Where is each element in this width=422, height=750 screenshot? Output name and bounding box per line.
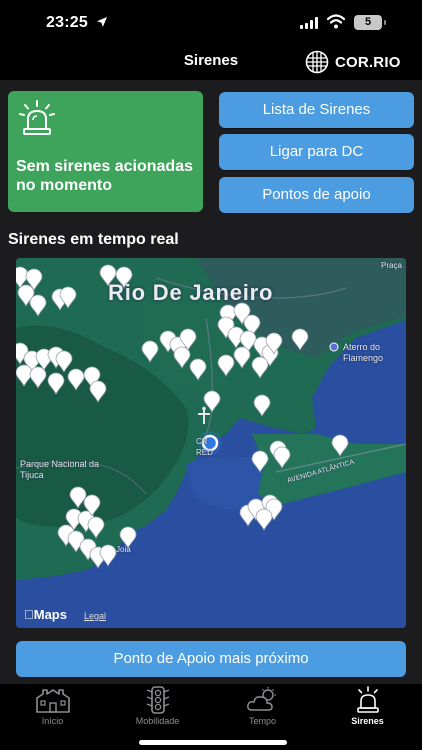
status-bar: 23:25 5 bbox=[0, 0, 422, 46]
section-title: Sirenes em tempo real bbox=[8, 231, 179, 248]
siren-status-text: Sem sirenes acionadas no momento bbox=[16, 158, 193, 194]
siren-icon bbox=[19, 100, 55, 135]
siren-status-card: Sem sirenes acionadas no momento bbox=[8, 91, 203, 212]
nav-header: Sirenes COR.RIO bbox=[0, 46, 422, 78]
main-content: Sem sirenes acionadas no momento Lista d… bbox=[0, 80, 422, 684]
apple-maps-attribution: Maps bbox=[24, 607, 67, 622]
tab-label-sirenes: Sirenes bbox=[351, 716, 384, 726]
battery-icon: 5 bbox=[354, 15, 382, 30]
wifi-icon bbox=[327, 14, 345, 29]
globe-grid-icon bbox=[305, 50, 329, 74]
tab-label-inicio: Início bbox=[41, 716, 64, 726]
map-legal-link[interactable]: Legal bbox=[84, 611, 106, 621]
call-dc-button[interactable]: Ligar para DC bbox=[219, 134, 414, 170]
battery-tip bbox=[384, 20, 386, 25]
map-city-label: Rio De Janeiro bbox=[108, 280, 274, 305]
support-points-button[interactable]: Pontos de apoio bbox=[219, 177, 414, 213]
tab-label-mobilidade: Mobilidade bbox=[135, 716, 180, 726]
tab-mobilidade[interactable]: Mobilidade bbox=[105, 684, 210, 726]
map-label-cristo: CR RED bbox=[196, 437, 213, 457]
sirens-map[interactable]: Rio De Janeiro Aterro do Flamengo Parque… bbox=[16, 258, 406, 628]
map-label-flamengo: Aterro do Flamengo bbox=[343, 342, 384, 363]
tab-inicio[interactable]: Início bbox=[0, 684, 105, 726]
brand-logo[interactable]: COR.RIO bbox=[305, 50, 401, 74]
map-label-tijuca: Parque Nacional da Tijuca bbox=[20, 459, 100, 480]
status-time: 23:25 bbox=[46, 14, 88, 31]
home-indicator[interactable] bbox=[139, 740, 287, 745]
signal-bars-icon bbox=[300, 17, 320, 29]
poi-marker-icon bbox=[329, 342, 339, 352]
maps-attribution-text: Maps bbox=[24, 607, 67, 622]
home-icon bbox=[35, 689, 70, 713]
weather-icon bbox=[246, 687, 276, 711]
map-label-joia: Joia bbox=[116, 545, 131, 554]
map-label-praca: Praça bbox=[381, 261, 402, 270]
tab-tempo[interactable]: Tempo bbox=[210, 684, 315, 726]
siren-icon bbox=[356, 686, 379, 713]
location-arrow-icon bbox=[97, 17, 107, 27]
brand-name: COR.RIO bbox=[335, 53, 401, 71]
tab-sirenes[interactable]: Sirenes bbox=[315, 684, 420, 726]
nearest-support-point-button[interactable]: Ponto de Apoio mais próximo bbox=[16, 641, 406, 677]
traffic-light-icon bbox=[146, 686, 169, 714]
siren-list-button[interactable]: Lista de Sirenes bbox=[219, 92, 414, 128]
tab-label-tempo: Tempo bbox=[248, 716, 276, 726]
